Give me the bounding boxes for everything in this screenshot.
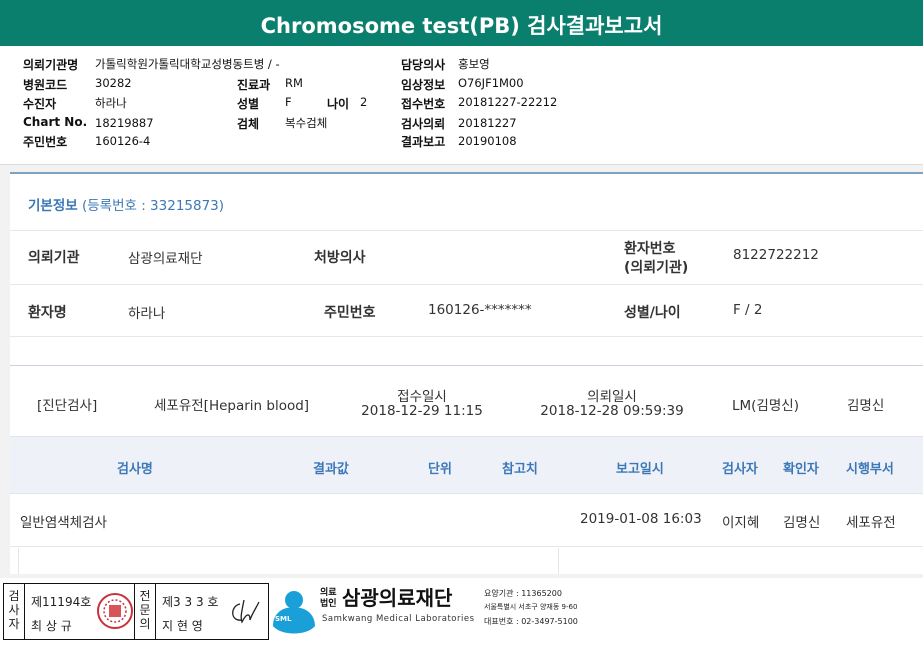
referring-org-label: 의뢰기관명 [23, 58, 79, 72]
divider [558, 548, 559, 574]
sex-value: F [285, 95, 292, 109]
dept-value: RM [285, 76, 303, 90]
patient-no-sublabel: (의뢰기관) [624, 260, 689, 276]
divider [10, 230, 923, 231]
patient-no-value: 8122722212 [733, 247, 819, 263]
divider [18, 548, 19, 574]
col-test-name: 검사명 [117, 462, 153, 477]
seal-stamp-icon [97, 593, 133, 629]
signature-box: 검사자 제11194호 최 상 규 전문의 제3 3 3 호 지 현 영 [3, 583, 269, 640]
institution-code: 요양기관 : 11365200 [484, 589, 562, 598]
divider [10, 284, 923, 285]
specialist-side-label: 전문의 [139, 589, 151, 631]
row-report-date: 2019-01-08 16:03 [580, 511, 702, 527]
basic-info-heading: 기본정보 (등록번호 : 33215873) [28, 194, 224, 214]
order-doctor: 김명신 [847, 398, 885, 414]
specialist-name: 지 현 영 [162, 619, 203, 633]
received-value: 2018-12-29 11:15 [361, 403, 483, 419]
basic-info-title: 기본정보 [28, 198, 78, 214]
name-value: 하라나 [128, 306, 166, 322]
divider [10, 546, 923, 547]
org-name: 삼광의료재단 [342, 586, 453, 610]
specimen-label: 검체 [237, 117, 260, 131]
received-label: 접수일시 [397, 389, 447, 405]
resident-no-value: 160126-4 [95, 134, 151, 148]
patient-no-label: 환자번호 [624, 241, 676, 257]
age-label: 나이 [327, 97, 350, 111]
receiver-value: 하라나 [95, 96, 127, 110]
order-test: 세포유전[Heparin blood] [154, 398, 310, 414]
clinical-label: 임상정보 [401, 78, 446, 92]
row-test-name: 일반염색체검사 [20, 515, 107, 531]
table-row[interactable]: 일반염색체검사 2019-01-08 16:03 이지혜 김명신 세포유전 [0, 494, 923, 546]
doctor-label: 담당의사 [401, 58, 446, 72]
prescriber-label: 처방의사 [314, 250, 366, 266]
col-report-date: 보고일시 [616, 462, 664, 477]
address: 서울특별시 서초구 양재동 9-60 [484, 603, 578, 611]
row-tester: 이지혜 [722, 515, 760, 531]
specimen-value: 복수검체 [285, 116, 328, 130]
col-reference: 참고치 [502, 462, 538, 477]
org-value: 삼광의료재단 [128, 251, 203, 267]
sex-age-label: 성별/나이 [624, 305, 681, 321]
sex-label: 성별 [237, 97, 260, 111]
col-dept: 시행부서 [846, 462, 894, 477]
report-footer: 검사자 제11194호 최 상 규 전문의 제3 3 3 호 지 현 영 SML… [0, 578, 923, 648]
table-header: 검사명 결과값 단위 참고치 보고일시 검사자 확인자 시행부서 [10, 436, 923, 494]
order-category: [진단검사] [37, 398, 98, 414]
result-panel: 기본정보 (등록번호 : 33215873) 의뢰기관 삼광의료재단 처방의사 … [10, 172, 923, 574]
logo-text: SML [275, 615, 292, 623]
chart-no-label: Chart No. [23, 115, 88, 129]
resident-label: 주민번호 [324, 305, 376, 321]
report-title: Chromosome test(PB) 검사결과보고서 [260, 14, 663, 38]
report-date-value: 20190108 [458, 134, 517, 148]
org-english-name: Samkwang Medical Laboratories [322, 614, 475, 624]
hospital-code-value: 30282 [95, 76, 132, 90]
corp-label: 의료법인 [320, 588, 337, 609]
signature-icon [232, 599, 260, 624]
accession-value: 20181227-22212 [458, 95, 558, 109]
resident-no-label: 주민번호 [23, 135, 68, 149]
report-label: 결과보고 [401, 135, 446, 149]
sex-age-value: F / 2 [733, 302, 763, 318]
receiver-label: 수진자 [23, 97, 57, 111]
resident-value: 160126-******* [428, 302, 532, 318]
col-checker: 확인자 [783, 462, 819, 477]
org-label: 의뢰기관 [28, 250, 80, 266]
row-dept: 세포유전 [846, 515, 896, 531]
chart-no-value: 18219887 [95, 116, 154, 130]
requested-value: 2018-12-28 09:59:39 [540, 403, 684, 419]
row-checker: 김명신 [783, 515, 821, 531]
referring-org-value: 가톨릭학원가톨릭대학교성병동트병 / - [95, 57, 280, 71]
report-header: 의뢰기관명 병원코드 수진자 Chart No. 주민번호 가톨릭학원가톨릭대학… [0, 46, 923, 165]
hospital-code-label: 병원코드 [23, 78, 68, 92]
col-unit: 단위 [428, 462, 452, 477]
request-date-value: 20181227 [458, 116, 517, 130]
accession-label: 접수번호 [401, 97, 446, 111]
phone: 대표번호 : 02-3497-5100 [484, 617, 578, 626]
registration-number: (등록번호 : 33215873) [81, 198, 225, 214]
doctor-value: 홍보영 [458, 57, 490, 71]
age-value: 2 [360, 95, 368, 109]
dept-label: 진료과 [237, 78, 271, 92]
clinical-value: O76JF1M00 [458, 76, 524, 90]
lm-value: LM(김명신) [732, 398, 799, 414]
col-result: 결과값 [313, 462, 349, 477]
request-label: 검사의뢰 [401, 117, 446, 131]
divider [10, 365, 923, 366]
sml-logo-icon [273, 591, 315, 634]
name-label: 환자명 [28, 305, 67, 321]
col-tester: 검사자 [722, 462, 758, 477]
tester-side-cell: 검사자 [4, 584, 25, 639]
tester-side-label: 검사자 [8, 589, 20, 631]
divider [10, 336, 923, 337]
specialist-license: 제3 3 3 호 [162, 595, 219, 609]
specialist-side-cell: 전문의 [134, 584, 156, 639]
requested-label: 의뢰일시 [587, 389, 637, 405]
tester-name: 최 상 규 [31, 619, 72, 633]
tester-license: 제11194호 [31, 595, 92, 609]
